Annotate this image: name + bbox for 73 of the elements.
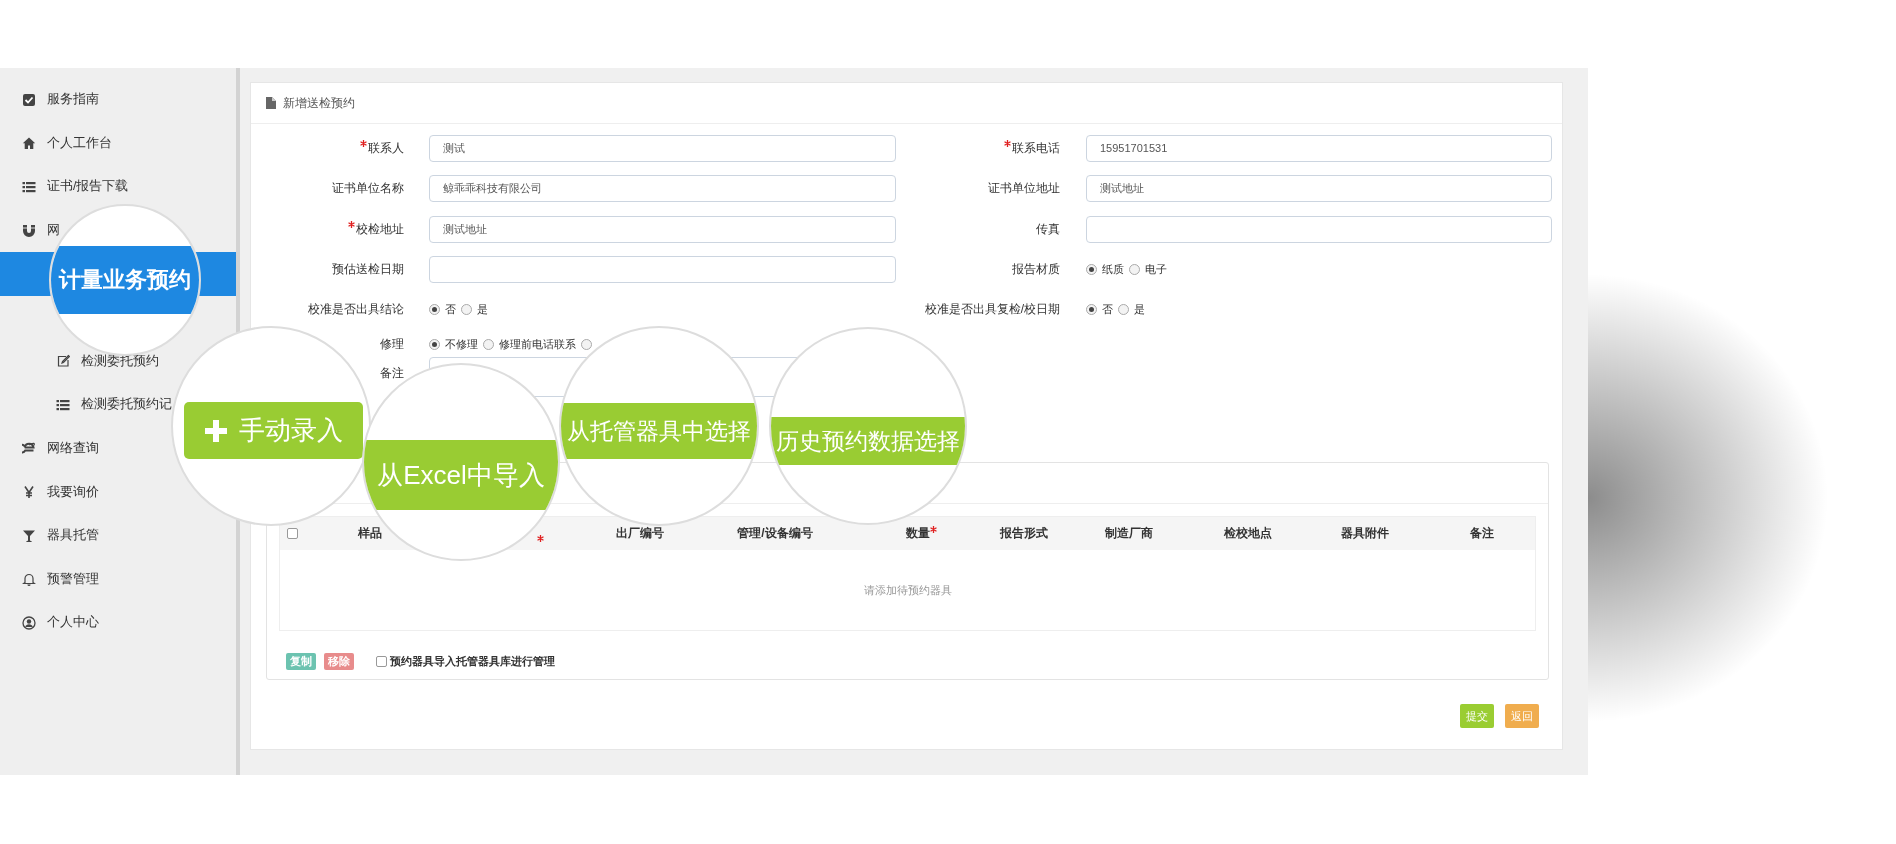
text-field[interactable]: 测试地址 xyxy=(1086,175,1552,203)
column-header: 备注 xyxy=(1470,525,1494,542)
text-field[interactable]: 测试地址 xyxy=(429,215,896,243)
option-label: 电子 xyxy=(1145,262,1167,278)
field-label: 校检地址 xyxy=(356,220,404,238)
field-label: 联系人 xyxy=(368,139,404,157)
field-label: 备注 xyxy=(380,365,404,382)
checkbox-icon xyxy=(22,92,36,107)
checkbox[interactable] xyxy=(376,656,387,667)
funnel-icon xyxy=(22,528,36,543)
radio-button[interactable] xyxy=(581,339,592,350)
option-label: 不修理 xyxy=(445,337,478,352)
bell-icon xyxy=(22,572,36,587)
text-field[interactable]: 鲸乖乖科技有限公司 xyxy=(429,175,896,203)
field-label: 联系电话 xyxy=(1012,139,1060,157)
radio-button[interactable] xyxy=(429,303,440,315)
field-label: 修理 xyxy=(380,336,404,353)
nav-item[interactable]: 个人中心 xyxy=(22,614,99,632)
column-header: 制造厂商 xyxy=(1105,525,1153,542)
nav-item[interactable]: 网络查询 xyxy=(22,440,99,458)
card-title: 新增送检预约 xyxy=(283,94,355,112)
nav-item[interactable]: 我要询价 xyxy=(22,483,99,501)
field-label: 校准是否出具结论 xyxy=(308,300,404,318)
column-header: 数量 xyxy=(905,525,930,542)
field-label: 报告材质 xyxy=(1012,261,1060,279)
column-header: 出厂编号 xyxy=(616,525,664,542)
column-header: 管理/设备编号 xyxy=(737,525,813,542)
yen-icon xyxy=(22,485,36,500)
user-circle-icon xyxy=(22,615,36,630)
option-label: 是 xyxy=(477,301,488,317)
option-label: 否 xyxy=(1102,301,1113,317)
radio-button[interactable] xyxy=(1118,303,1129,315)
field-label: 校准是否出具复检/校日期 xyxy=(924,300,1060,318)
select-all-checkbox[interactable] xyxy=(286,528,298,539)
nav-item[interactable]: 计量业务预约 xyxy=(51,246,199,314)
radio-button[interactable] xyxy=(1086,303,1097,315)
radio-button[interactable] xyxy=(1129,264,1140,276)
radio-button[interactable] xyxy=(483,339,494,350)
option-label: 否 xyxy=(445,301,456,317)
home-icon xyxy=(22,136,36,151)
nav-item[interactable]: 检测委托预约记 xyxy=(56,396,172,414)
nav-item[interactable]: 个人工作台 xyxy=(22,134,112,152)
nav-item[interactable]: 服务指南 xyxy=(22,91,99,109)
field-label: 传真 xyxy=(1036,220,1060,238)
plus-icon xyxy=(204,419,227,442)
text-field[interactable]: 测试 xyxy=(429,134,896,162)
column-header: 报告形式 xyxy=(1000,525,1048,542)
nav-item[interactable]: 器具托管 xyxy=(22,527,99,545)
checkbox-label: 预约器具导入托管器具库进行管理 xyxy=(390,654,555,669)
field-label: 证书单位名称 xyxy=(332,180,404,198)
column-header: 样品 xyxy=(358,525,382,542)
empty-message: 请添加待预约器具 xyxy=(863,582,952,598)
column-header: 器具附件 xyxy=(1341,525,1389,542)
option-label: 修理前电话联系 xyxy=(499,337,576,352)
option-label: 是 xyxy=(1134,301,1145,317)
field-label: 预估送检日期 xyxy=(332,261,404,279)
radio-button[interactable] xyxy=(1086,264,1097,276)
field-label: 证书单位地址 xyxy=(988,180,1060,198)
nav-item[interactable]: 网 xyxy=(22,222,60,240)
list-icon xyxy=(56,397,70,412)
option-label: 纸质 xyxy=(1102,262,1124,278)
edit-icon xyxy=(56,354,70,369)
text-field[interactable] xyxy=(1086,215,1552,243)
list-icon xyxy=(22,180,36,194)
text-field[interactable]: 15951701531 xyxy=(1086,134,1552,162)
radio-button[interactable] xyxy=(429,339,440,350)
nav-item[interactable]: 证书/报告下载 xyxy=(22,178,129,196)
text-field[interactable] xyxy=(429,256,896,284)
nav-item[interactable]: 预警管理 xyxy=(22,570,99,588)
radio-button[interactable] xyxy=(461,303,472,315)
column-header: 检校地点 xyxy=(1224,525,1272,542)
file-icon xyxy=(266,97,276,109)
magnet-icon xyxy=(22,223,36,238)
